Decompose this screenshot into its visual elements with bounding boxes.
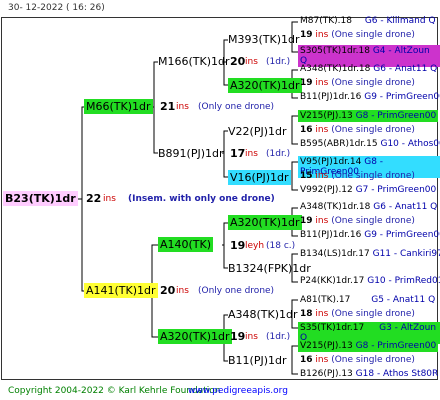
g4-queen-1[interactable]: M87(TK).18 G6 - Kilimand Q xyxy=(300,17,436,26)
g4-ins-5: 19 ins (One single drone) xyxy=(300,216,415,226)
g4-queen-16[interactable]: B126(PJ).13 G18 - Athos St80R xyxy=(300,370,438,379)
g2-ins-1: ins xyxy=(245,57,258,67)
g3-queen-8[interactable]: B11(PJ)1dr xyxy=(228,355,287,366)
g2-count-1: 20 xyxy=(230,55,246,68)
g4-queen-15[interactable]: V215(PJ).13 G8 - PrimGreen00 xyxy=(298,340,439,352)
g4-queen-11[interactable]: B134(LS)1dr.17 G11 - Cankiri97 Q xyxy=(300,250,440,259)
g1-queen-2[interactable]: A141(TK)1dr xyxy=(84,283,158,298)
g2-note-2: (1dr.) xyxy=(266,149,291,159)
g4-queen-6[interactable]: B595(ABR)1dr.15 G10 - Athos00R xyxy=(300,140,440,149)
g4-ins-4: 15 ins (One single drone) xyxy=(300,171,415,181)
root-ins: ins xyxy=(103,194,116,204)
g2-queen-1[interactable]: M166(TK)1dr xyxy=(158,56,230,67)
g1-note-1: (Only one drone) xyxy=(198,102,275,112)
g3-queen-6[interactable]: B1324(FPK)1dr xyxy=(228,263,311,274)
g4-queen-8[interactable]: V992(PJ).12 G7 - PrimGreen00 xyxy=(300,186,436,195)
footer-site-link[interactable]: www.pedigreeapis.org xyxy=(188,387,288,396)
g2-count-2: 17 xyxy=(230,147,246,160)
g4-ins-3: 16 ins (One single drone) xyxy=(300,125,415,135)
g4-queen-5[interactable]: V215(PJ).13 G8 - PrimGreen00 xyxy=(298,110,439,122)
g3-queen-4[interactable]: V16(PJ)1dr xyxy=(228,170,291,185)
g2-note-1: (1dr.) xyxy=(266,57,291,67)
g4-queen-12[interactable]: P24(KK)1dr.17 G10 - PrimRed01 xyxy=(300,277,440,286)
g4-queen-4[interactable]: B11(PJ)1dr.16 G9 - PrimGreen00 xyxy=(300,93,440,102)
root-count: 22 xyxy=(86,192,102,205)
g4-ins-7: 16 ins (One single drone) xyxy=(300,355,415,365)
g3-queen-3[interactable]: V22(PJ)1dr xyxy=(228,126,287,137)
g3-queen-2[interactable]: A320(TK)1dr xyxy=(228,78,302,93)
g1-ins-1: ins xyxy=(176,102,189,112)
g4-ins-6: 18 ins (One single drone) xyxy=(300,309,415,319)
g4-queen-10[interactable]: B11(PJ)1dr.16 G9 - PrimGreen00 xyxy=(300,231,440,240)
g4-ins-1: 19 ins (One single drone) xyxy=(300,30,415,40)
g3-queen-7[interactable]: A348(TK)1dr xyxy=(228,309,298,320)
g3-queen-1[interactable]: M393(TK)1dr xyxy=(228,34,300,45)
root-note: (Insem. with only one drone) xyxy=(128,194,275,204)
g3-queen-5[interactable]: A320(TK)1dr xyxy=(228,215,302,230)
g2-ins-4: ins xyxy=(245,332,258,342)
pedigree-stage: { "header": {"date": "30- 12-2022 ( 16: … xyxy=(0,0,440,400)
g2-count-3: 19 xyxy=(230,239,246,252)
root-queen[interactable]: B23(TK)1dr xyxy=(3,191,78,206)
g2-note-4: (1dr.) xyxy=(266,332,291,342)
g4-ins-2: 19 ins (One single drone) xyxy=(300,78,415,88)
g1-ins-2: ins xyxy=(176,286,189,296)
g1-count-1: 21 xyxy=(160,100,176,113)
g2-count-4: 19 xyxy=(230,330,246,343)
g2-queen-4[interactable]: A320(TK)1dr xyxy=(158,329,232,344)
g2-queen-3[interactable]: A140(TK) xyxy=(158,237,214,252)
g2-queen-2[interactable]: B891(PJ)1dr xyxy=(158,148,224,159)
g4-queen-13[interactable]: A81(TK).17 G5 - Anat11 Q xyxy=(300,296,435,305)
g2-note-3: (18 c.) xyxy=(266,241,296,251)
g1-note-2: (Only one drone) xyxy=(198,286,275,296)
g2-ins-3: leyh xyxy=(245,241,265,251)
g2-ins-2: ins xyxy=(245,149,258,159)
g4-queen-3[interactable]: A348(TK)1dr.18 G6 - Anat11 Q xyxy=(300,65,437,74)
g1-queen-1[interactable]: M66(TK)1dr xyxy=(84,99,153,114)
g1-count-2: 20 xyxy=(160,284,176,297)
g4-queen-9[interactable]: A348(TK)1dr.18 G6 - Anat11 Q xyxy=(300,203,437,212)
